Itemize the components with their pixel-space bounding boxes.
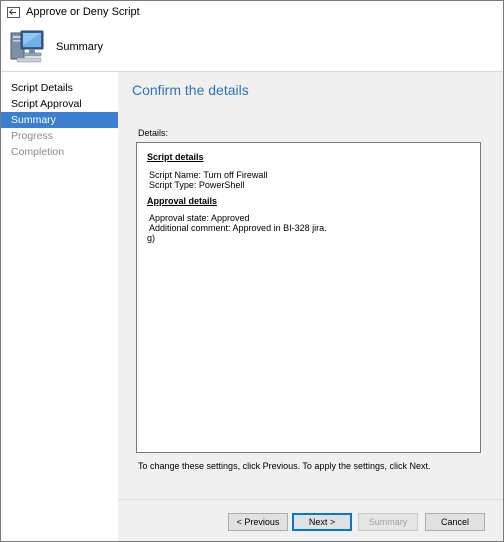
- instructions-text: To change these settings, click Previous…: [138, 461, 431, 471]
- additional-comment-line: Additional comment: Approved in BI-328 j…: [149, 223, 327, 233]
- sidebar-item-script-approval[interactable]: Script Approval: [1, 96, 118, 112]
- summary-button: Summary: [358, 513, 418, 531]
- main-content: Confirm the details Details: Script deta…: [118, 72, 503, 499]
- previous-button[interactable]: < Previous: [228, 513, 288, 531]
- details-label: Details:: [138, 128, 169, 138]
- sidebar-item-script-details[interactable]: Script Details: [1, 80, 118, 96]
- cancel-button[interactable]: Cancel: [425, 513, 485, 531]
- computer-icon: [10, 30, 44, 63]
- dialog-app-icon: [7, 6, 20, 18]
- wizard-window: Approve or Deny Script Summary Script De…: [0, 0, 504, 542]
- trailing-text: g): [147, 233, 156, 243]
- sidebar-item-summary[interactable]: Summary: [1, 112, 118, 128]
- wizard-header: Summary: [1, 23, 503, 71]
- button-bar: < Previous Next > Summary Cancel: [118, 499, 503, 541]
- sidebar-item-completion: Completion: [11, 146, 65, 158]
- page-title: Confirm the details: [132, 82, 249, 98]
- next-button[interactable]: Next >: [292, 513, 352, 531]
- script-details-heading: Script details: [147, 152, 204, 162]
- window-title: Approve or Deny Script: [26, 6, 140, 18]
- script-type-line: Script Type: PowerShell: [149, 180, 245, 190]
- header-title: Summary: [56, 41, 104, 53]
- script-name-line: Script Name: Turn off Firewall: [149, 170, 268, 180]
- approval-details-heading: Approval details: [147, 196, 218, 206]
- wizard-steps: Script Details Script Approval Summary P…: [1, 80, 118, 160]
- wizard-sidebar: Script Details Script Approval Summary P…: [1, 72, 118, 541]
- title-bar: Approve or Deny Script: [1, 1, 503, 23]
- approval-state-line: Approval state: Approved: [149, 213, 250, 223]
- details-text-box[interactable]: Script details Script Name: Turn off Fir…: [136, 142, 481, 453]
- sidebar-item-progress: Progress: [11, 130, 54, 142]
